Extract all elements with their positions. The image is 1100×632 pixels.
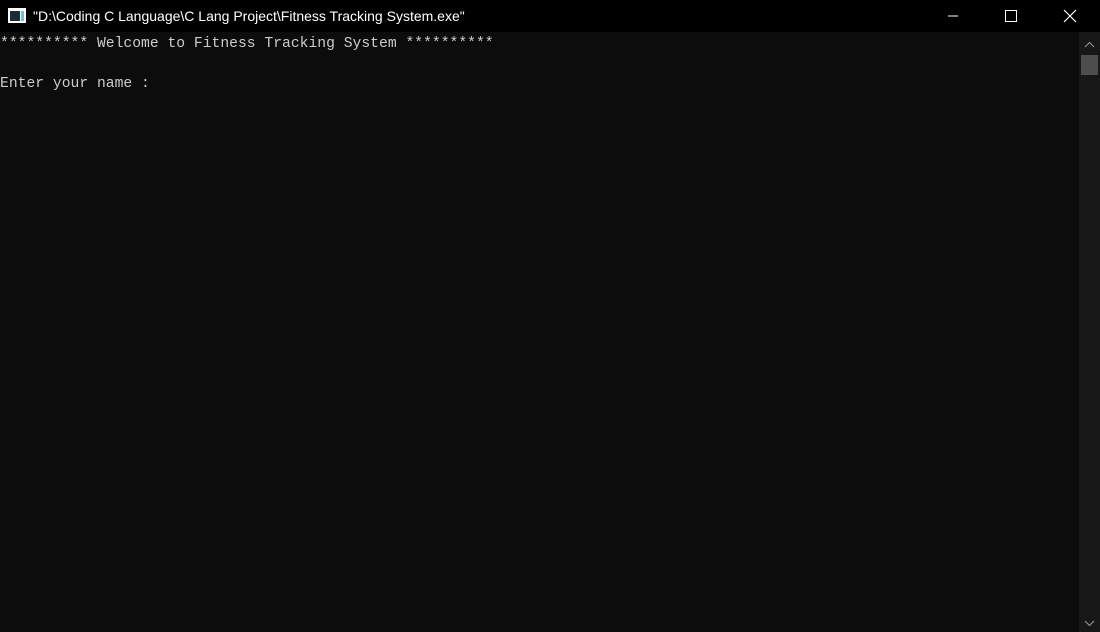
minimize-icon — [948, 15, 958, 17]
console-output[interactable]: ********** Welcome to Fitness Tracking S… — [0, 32, 1079, 632]
maximize-icon — [1005, 10, 1017, 22]
scroll-down-button[interactable] — [1079, 615, 1100, 632]
window-title: "D:\Coding C Language\C Lang Project\Fit… — [33, 8, 465, 24]
name-prompt-line: Enter your name : — [0, 76, 159, 92]
app-icon-bar — [21, 11, 24, 21]
scroll-up-button[interactable] — [1079, 36, 1100, 53]
scroll-up-arrow-icon — [1084, 41, 1095, 48]
app-icon-screen — [10, 11, 20, 21]
console-window: "D:\Coding C Language\C Lang Project\Fit… — [0, 0, 1100, 632]
minimize-button[interactable] — [924, 0, 982, 32]
vertical-scrollbar[interactable] — [1079, 32, 1100, 632]
console-app-icon[interactable] — [8, 8, 26, 23]
close-button[interactable] — [1040, 0, 1100, 32]
scroll-down-arrow-icon — [1084, 620, 1095, 627]
close-icon — [1063, 9, 1077, 23]
scroll-thumb[interactable] — [1081, 55, 1098, 75]
welcome-line: ********** Welcome to Fitness Tracking S… — [0, 36, 494, 52]
maximize-button[interactable] — [982, 0, 1040, 32]
title-bar[interactable]: "D:\Coding C Language\C Lang Project\Fit… — [0, 0, 1100, 32]
